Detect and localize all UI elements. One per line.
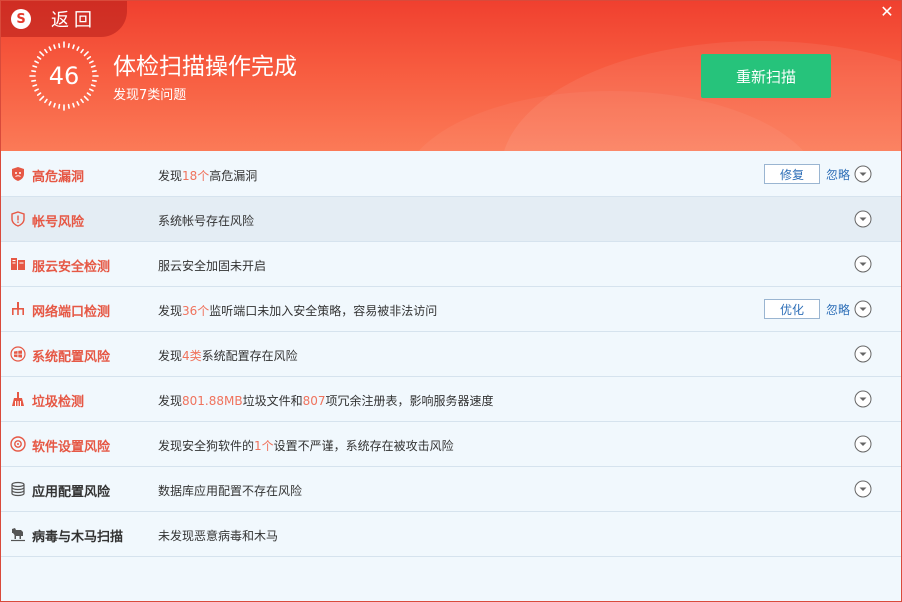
desc-text: 发现 <box>158 304 183 318</box>
desc-count: 1个 <box>254 439 274 453</box>
logo-icon: S <box>11 9 31 29</box>
result-row-cloud-security: 服云安全检测 服云安全加固未开启 <box>1 242 901 287</box>
result-row-app-config: 应用配置风险 数据库应用配置不存在风险 <box>1 467 901 512</box>
result-row-account-risk: 帐号风险 系统帐号存在风险 <box>1 197 901 242</box>
chevron-down-icon[interactable] <box>854 300 872 318</box>
row-description: 系统帐号存在风险 <box>158 214 255 228</box>
result-list: 高危漏洞 发现18个高危漏洞 修复 忽略 帐号风险 系统帐号存在风险 服云安全检… <box>1 152 901 557</box>
chevron-down-icon[interactable] <box>854 210 872 228</box>
optimize-button[interactable]: 优化 <box>764 299 820 319</box>
scan-subtitle: 发现7类问题 <box>113 88 187 103</box>
desc-text: 设置不严谨，系统存在被攻击风险 <box>273 439 454 453</box>
result-row-high-risk-vuln: 高危漏洞 发现18个高危漏洞 修复 忽略 <box>1 152 901 197</box>
desc-count: 807 <box>302 394 326 408</box>
row-title: 垃圾检测 <box>32 395 85 410</box>
rescan-button[interactable]: 重新扫描 <box>701 54 831 98</box>
back-label: 返回 <box>51 10 97 31</box>
row-description: 发现安全狗软件的1个设置不严谨，系统存在被攻击风险 <box>158 437 454 454</box>
ignore-link[interactable]: 忽略 <box>826 166 850 183</box>
row-title: 系统配置风险 <box>32 350 111 365</box>
desc-text: 发现安全狗软件的 <box>158 439 255 453</box>
desc-count: 4类 <box>182 349 202 363</box>
ignore-link[interactable]: 忽略 <box>826 301 850 318</box>
chevron-down-icon[interactable] <box>854 435 872 453</box>
logo-letter: S <box>16 11 26 27</box>
desc-text: 系统配置存在风险 <box>201 349 298 363</box>
desc-text: 高危漏洞 <box>209 169 258 183</box>
result-header: S 返回 ✕ 46 体检扫描操作完成 发现7类问题 重新扫描 <box>1 1 901 151</box>
desc-text: 发现 <box>158 394 183 408</box>
desc-text: 垃圾文件和 <box>242 394 303 408</box>
desc-text: 发现 <box>158 169 183 183</box>
fix-button[interactable]: 修复 <box>764 164 820 184</box>
chevron-down-icon[interactable] <box>854 480 872 498</box>
windows-icon <box>10 346 26 362</box>
software-icon <box>10 436 26 452</box>
row-description: 发现4类系统配置存在风险 <box>158 347 298 364</box>
desc-count: 36个 <box>182 304 210 318</box>
account-shield-icon <box>11 211 25 227</box>
score-dial: 46 <box>29 41 99 111</box>
back-button[interactable]: S 返回 <box>1 1 127 37</box>
chevron-down-icon[interactable] <box>854 345 872 363</box>
row-title: 帐号风险 <box>32 215 85 230</box>
row-description: 发现18个高危漏洞 <box>158 167 257 184</box>
desc-text: 监听端口未加入安全策略，容易被非法访问 <box>209 304 438 318</box>
result-row-system-config: 系统配置风险 发现4类系统配置存在风险 <box>1 332 901 377</box>
desc-size: 801.88MB <box>182 394 243 408</box>
close-icon[interactable]: ✕ <box>879 4 895 20</box>
result-row-virus-scan: 病毒与木马扫描 未发现恶意病毒和木马 <box>1 512 901 557</box>
row-description: 未发现恶意病毒和木马 <box>158 529 279 543</box>
chevron-down-icon[interactable] <box>854 390 872 408</box>
row-title: 病毒与木马扫描 <box>32 530 124 545</box>
desc-text: 项冗余注册表，影响服务器速度 <box>325 394 494 408</box>
broom-icon <box>12 392 24 406</box>
network-icon <box>12 302 24 315</box>
scan-title: 体检扫描操作完成 <box>113 54 297 80</box>
row-description: 服云安全加固未开启 <box>158 259 267 273</box>
score-value: 46 <box>48 62 80 90</box>
row-description: 数据库应用配置不存在风险 <box>158 484 303 498</box>
result-row-network-port: 网络端口检测 发现36个监听端口未加入安全策略，容易被非法访问 优化 忽略 <box>1 287 901 332</box>
row-title: 应用配置风险 <box>32 485 111 500</box>
server-icon <box>11 258 25 270</box>
result-row-software-settings: 软件设置风险 发现安全狗软件的1个设置不严谨，系统存在被攻击风险 <box>1 422 901 467</box>
result-row-junk-files: 垃圾检测 发现801.88MB垃圾文件和807项冗余注册表，影响服务器速度 <box>1 377 901 422</box>
chevron-down-icon[interactable] <box>854 165 872 183</box>
shield-icon <box>12 167 24 181</box>
row-description: 发现801.88MB垃圾文件和807项冗余注册表，影响服务器速度 <box>158 392 494 409</box>
row-title: 网络端口检测 <box>32 305 111 320</box>
trojan-horse-icon <box>11 528 25 542</box>
row-title: 服云安全检测 <box>32 260 111 275</box>
row-description: 发现36个监听端口未加入安全策略，容易被非法访问 <box>158 302 437 319</box>
desc-count: 18个 <box>182 169 210 183</box>
row-title: 高危漏洞 <box>32 170 85 185</box>
row-title: 软件设置风险 <box>32 440 111 455</box>
app-window: S 返回 ✕ 46 体检扫描操作完成 发现7类问题 重新扫描 高危漏洞 发现18… <box>0 0 902 602</box>
database-icon <box>11 481 25 497</box>
desc-text: 发现 <box>158 349 183 363</box>
chevron-down-icon[interactable] <box>854 255 872 273</box>
